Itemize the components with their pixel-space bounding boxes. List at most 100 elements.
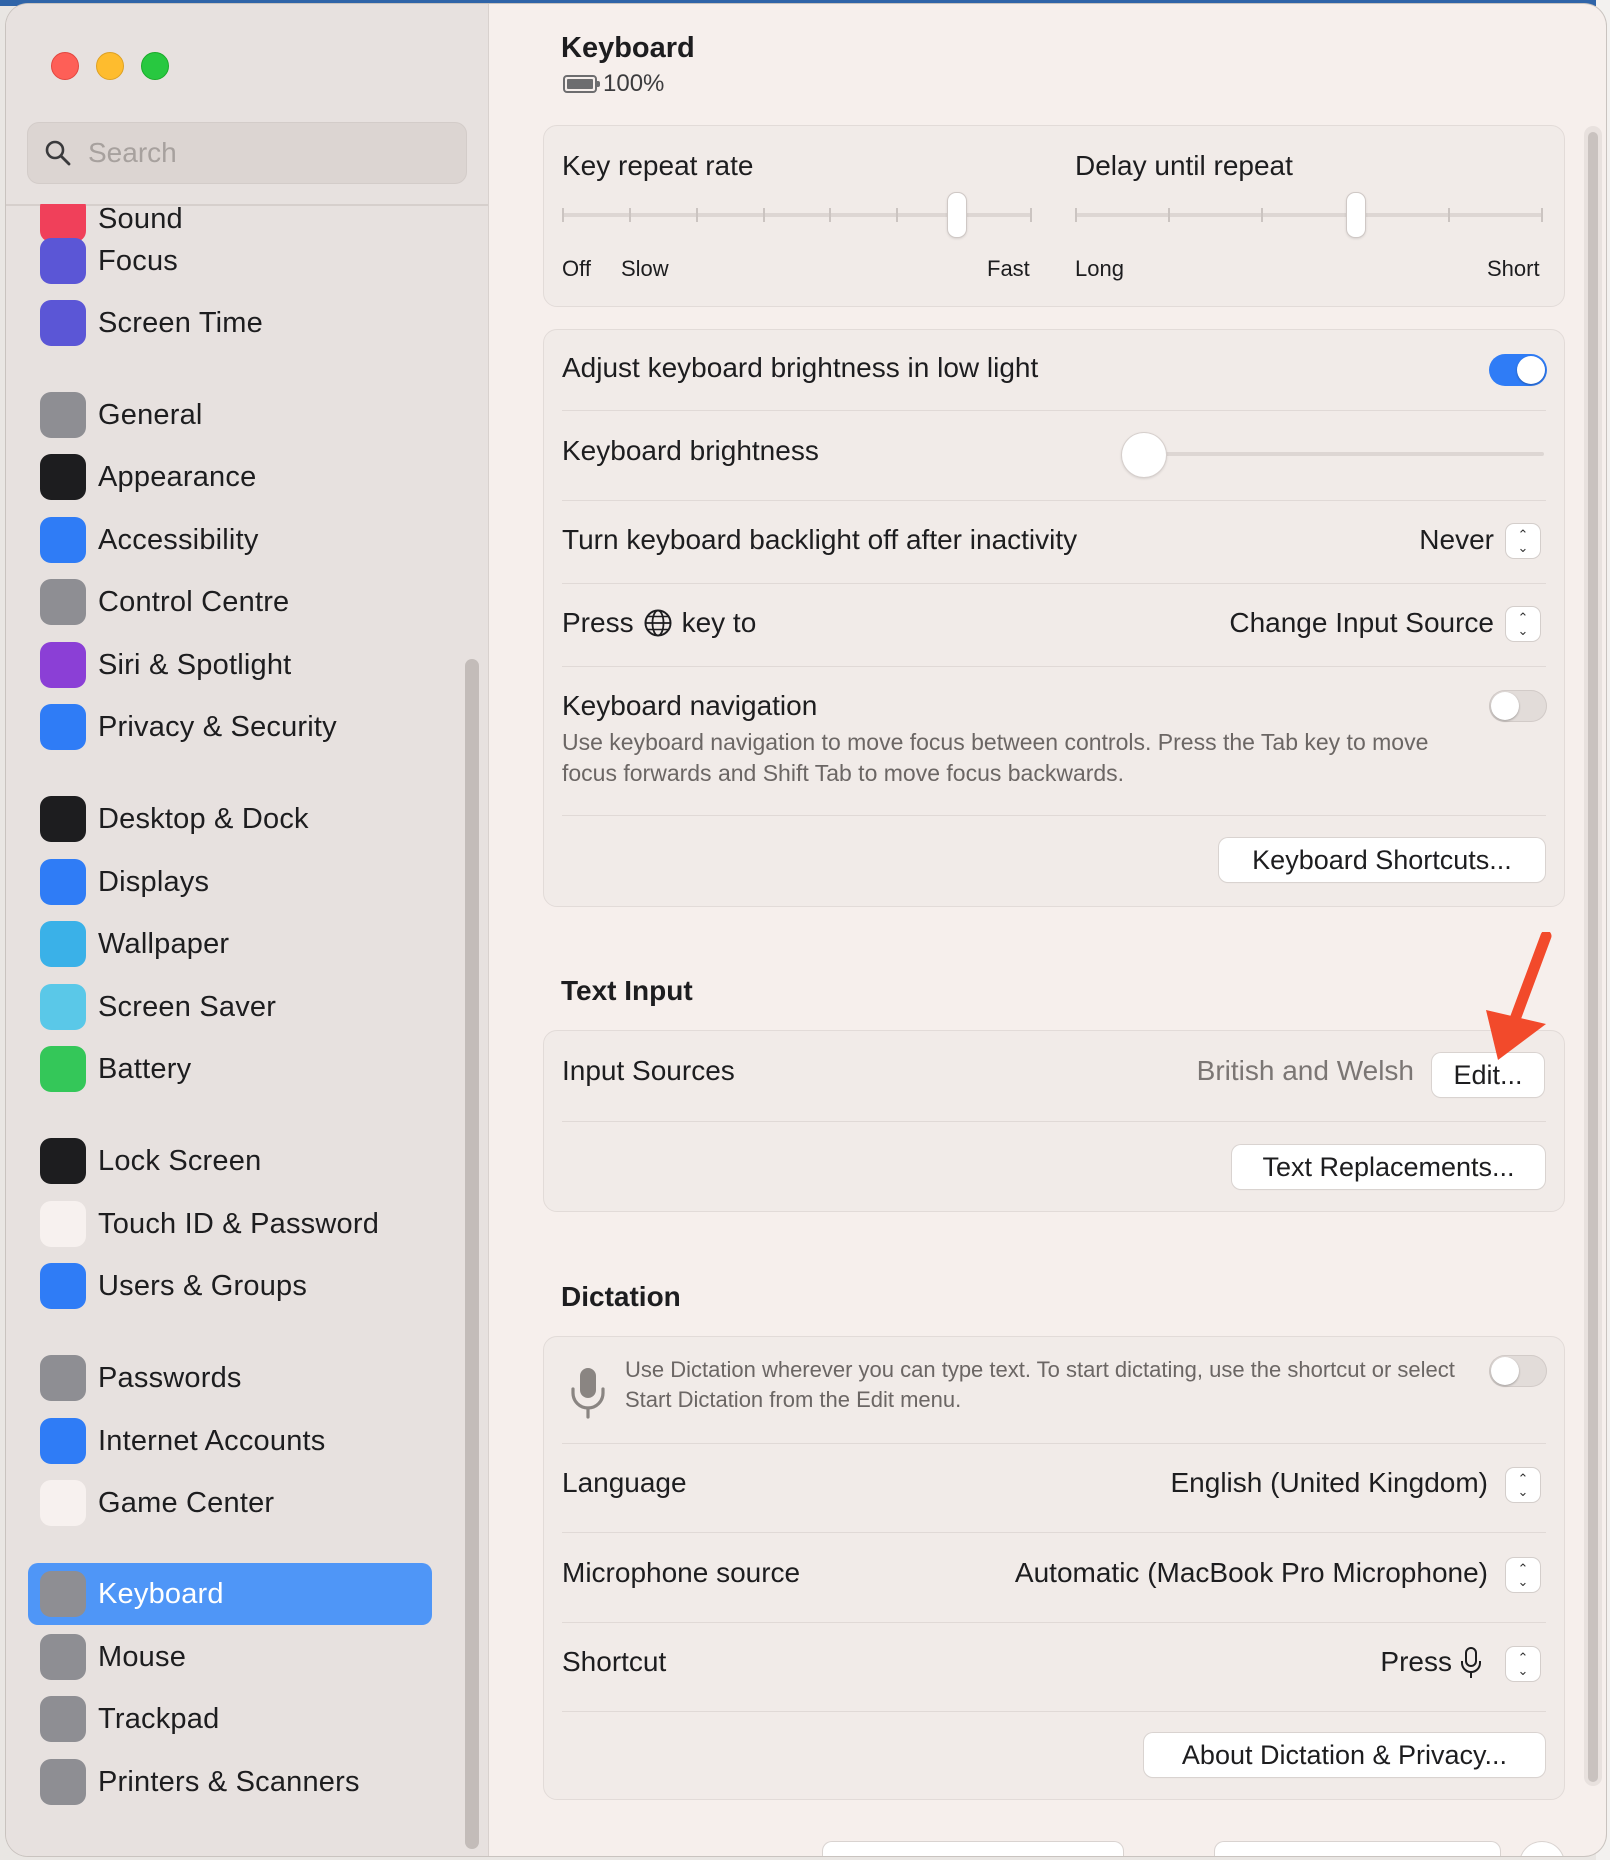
sidebar-item-displays[interactable]: Displays (28, 851, 432, 913)
text-input-card: Input Sources British and Welsh Edit... … (543, 1030, 1565, 1212)
sidebar-item-passwords[interactable]: Passwords (28, 1347, 432, 1409)
sidebar-item-appearance[interactable]: Appearance (28, 446, 432, 508)
content-scrollbar[interactable] (1584, 126, 1602, 1786)
sidebar-item-touch-id-password[interactable]: Touch ID & Password (28, 1193, 432, 1255)
slider-tick (1261, 208, 1264, 222)
sidebar-item-screen-saver[interactable]: Screen Saver (28, 976, 432, 1038)
content-scrollbar-thumb[interactable] (1588, 132, 1598, 1782)
microphone-source-value[interactable]: Automatic (MacBook Pro Microphone) (1015, 1557, 1488, 1589)
slider-thumb[interactable] (947, 193, 966, 237)
text-replacements-button[interactable]: Text Replacements... (1232, 1145, 1545, 1189)
row-separator (562, 410, 1546, 411)
backlight-off-popup-button[interactable]: ⌃ ⌄ (1506, 524, 1540, 558)
sidebar-scrollbar[interactable] (465, 659, 479, 1849)
bottom-button-partial-2[interactable] (1215, 1842, 1500, 1856)
battery-level: 100% (603, 70, 665, 97)
slider-tick (562, 208, 564, 222)
brightness-slider-track[interactable] (1144, 452, 1544, 456)
row-separator (562, 666, 1546, 667)
sidebar-item-label: Keyboard (98, 1577, 224, 1610)
help-button[interactable] (1520, 1842, 1564, 1856)
brightness-slider-thumb[interactable] (1122, 433, 1166, 477)
sidebar-item-privacy-security[interactable]: Privacy & Security (28, 696, 432, 758)
sidebar-item-label: Battery (98, 1052, 192, 1085)
sidebar-item-screen-time[interactable]: Screen Time (28, 292, 432, 354)
slider-tick (695, 208, 698, 222)
sidebar-item-focus[interactable]: Focus (28, 230, 432, 292)
globe-key-value[interactable]: Change Input Source (1229, 607, 1494, 639)
keyboard-icon (40, 1571, 86, 1617)
sidebar-item-label: Focus (98, 244, 178, 277)
sidebar-item-wallpaper[interactable]: Wallpaper (28, 913, 432, 975)
sidebar-item-keyboard[interactable]: Keyboard (28, 1563, 432, 1625)
sidebar-item-accessibility[interactable]: Accessibility (28, 509, 432, 571)
sidebar-item-label: Game Center (98, 1486, 275, 1519)
sidebar-item-label: Mouse (98, 1640, 187, 1673)
dictation-description: Use Dictation wherever you can type text… (625, 1357, 1455, 1412)
sidebar-item-label: Passwords (98, 1361, 242, 1394)
sidebar-item-label: Siri & Spotlight (98, 648, 292, 681)
search-icon (45, 140, 71, 166)
sidebar-item-trackpad[interactable]: Trackpad (28, 1688, 432, 1750)
chevron-down-icon: ⌄ (1517, 623, 1529, 638)
microphone-small-icon (1461, 1647, 1481, 1678)
globe-key-popup-button[interactable]: ⌃ ⌄ (1506, 607, 1540, 641)
sidebar-item-game-center[interactable]: Game Center (28, 1472, 432, 1534)
tick-label-slow: Slow (621, 256, 669, 281)
sidebar-item-mouse[interactable]: Mouse (28, 1626, 432, 1688)
bottom-button-partial-1[interactable] (823, 1842, 1123, 1856)
accessibility-icon (40, 517, 86, 563)
sidebar-item-label: Lock Screen (98, 1144, 262, 1177)
close-window-button[interactable] (51, 52, 79, 80)
microphone-source-popup-button[interactable]: ⌃ ⌄ (1506, 1558, 1540, 1592)
row-separator (562, 1622, 1546, 1623)
sidebar-item-siri-spotlight[interactable]: Siri & Spotlight (28, 634, 432, 696)
lock-icon (40, 1138, 86, 1184)
press-label-suffix: key to (681, 607, 757, 638)
key-repeat-slider[interactable] (562, 192, 1032, 238)
sidebar-item-lock-screen[interactable]: Lock Screen (28, 1130, 432, 1192)
sidebar: SoundFocusScreen TimeGeneralAppearanceAc… (6, 4, 489, 1856)
slider-thumb[interactable] (1346, 193, 1365, 237)
sidebar-item-label: Control Centre (98, 585, 290, 618)
sidebar-item-printers-scanners[interactable]: Printers & Scanners (28, 1751, 432, 1813)
sidebar-item-label: Screen Saver (98, 990, 277, 1023)
siri-icon (40, 642, 86, 688)
sidebar-item-users-groups[interactable]: Users & Groups (28, 1255, 432, 1317)
delay-until-repeat-slider[interactable] (1075, 192, 1543, 238)
sidebar-item-internet-accounts[interactable]: Internet Accounts (28, 1410, 432, 1472)
dictation-shortcut-value[interactable]: Press (1380, 1646, 1452, 1678)
annotation-arrow-icon (1486, 932, 1552, 1060)
sidebar-item-general[interactable]: General (28, 384, 432, 446)
minimize-window-button[interactable] (96, 52, 124, 80)
adjust-brightness-toggle[interactable] (1489, 354, 1547, 386)
at-icon (40, 1418, 86, 1464)
sidebar-item-control-centre[interactable]: Control Centre (28, 571, 432, 633)
toggle-knob (1491, 1357, 1519, 1385)
sidebar-item-desktop-dock[interactable]: Desktop & Dock (28, 788, 432, 850)
backlight-off-value[interactable]: Never (1419, 524, 1494, 556)
sidebar-item-label: Privacy & Security (98, 710, 337, 743)
users-icon (40, 1263, 86, 1309)
press-globe-key-label: Press key to (562, 607, 756, 639)
dictation-language-popup-button[interactable]: ⌃ ⌄ (1506, 1468, 1540, 1502)
sidebar-nav-list: Sound Focus Screen Time General Appearance Ac… (6, 204, 488, 1856)
sidebar-item-battery[interactable]: Battery (28, 1038, 432, 1100)
dictation-card: Use Dictation wherever you can type text… (543, 1336, 1565, 1800)
zoom-window-button[interactable] (141, 52, 169, 80)
tick-label-long: Long (1075, 256, 1124, 281)
keyboard-shortcuts-button[interactable]: Keyboard Shortcuts... (1219, 838, 1545, 882)
slider-tick (1541, 208, 1543, 222)
sidebar-item-label: Appearance (98, 460, 257, 493)
keyboard-navigation-toggle[interactable] (1489, 690, 1547, 722)
printer-icon (40, 1759, 86, 1805)
gamecenter-icon (40, 1480, 86, 1526)
about-dictation-privacy-button[interactable]: About Dictation & Privacy... (1144, 1733, 1545, 1777)
dictation-shortcut-popup-button[interactable]: ⌃ ⌄ (1506, 1647, 1540, 1681)
flower-icon (40, 921, 86, 967)
sidebar-item-label: Accessibility (98, 523, 259, 556)
dictation-language-value[interactable]: English (United Kingdom) (1171, 1467, 1489, 1499)
sidebar-item-label: Internet Accounts (98, 1424, 326, 1457)
dictation-toggle[interactable] (1489, 1355, 1547, 1387)
search-input[interactable] (86, 136, 450, 170)
